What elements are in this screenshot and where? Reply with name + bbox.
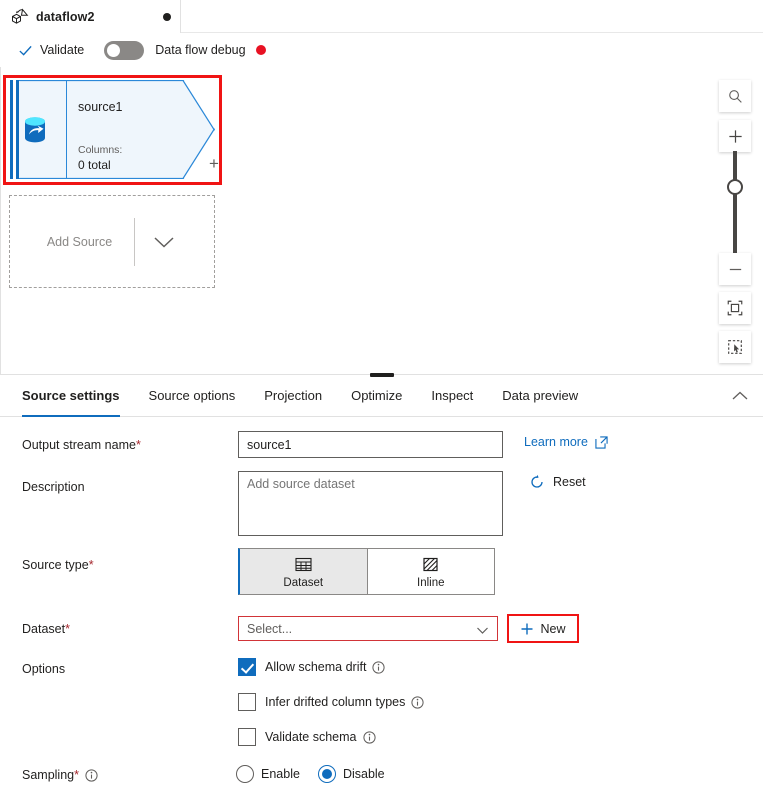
checkmark-icon (18, 43, 33, 58)
plus-icon (728, 129, 742, 143)
radio-enable-label: Enable (261, 767, 300, 781)
tab-projection[interactable]: Projection (264, 376, 322, 417)
checkbox-label: Infer drifted column types (265, 695, 406, 709)
required-marker: * (74, 768, 79, 782)
options-label: Options (22, 662, 66, 676)
required-marker: * (135, 438, 141, 452)
node-columns-value: 0 total (78, 158, 111, 172)
chevron-down-icon (476, 624, 489, 634)
validate-button[interactable]: Validate (18, 43, 84, 58)
tab-label: dataflow2 (36, 9, 95, 24)
add-source-label: Add Source (46, 234, 113, 249)
chevron-down-icon[interactable] (151, 234, 177, 250)
new-dataset-label: New (540, 621, 566, 636)
source-type-option-inline[interactable]: Inline (367, 548, 495, 595)
output-stream-name-input[interactable] (238, 431, 503, 458)
zoom-in-button[interactable] (719, 120, 751, 152)
sampling-radio-group: Enable Disable (236, 765, 403, 783)
node-columns-label: Columns: (78, 144, 123, 156)
node-accent-bar-inner (16, 80, 19, 179)
sampling-label: Sampling * (22, 768, 98, 782)
source-node-source1[interactable]: source1 Columns: 0 total + (3, 75, 222, 185)
checkbox-validate-schema[interactable]: Validate schema (238, 728, 376, 746)
tab-source-options[interactable]: Source options (149, 376, 236, 417)
dataset-select[interactable]: Select... (238, 616, 498, 641)
fit-to-screen-button[interactable] (719, 292, 751, 324)
tab-inspect[interactable]: Inspect (431, 376, 473, 417)
description-label: Description (22, 480, 85, 494)
info-icon[interactable] (85, 768, 98, 782)
source-type-dataset-label: Dataset (283, 576, 324, 589)
tab-source-settings[interactable]: Source settings (22, 376, 120, 417)
dataflow-icon (10, 7, 30, 27)
checkbox-allow-schema-drift[interactable]: Allow schema drift (238, 658, 386, 676)
add-source-button[interactable]: Add Source (9, 195, 215, 288)
source-settings-form: Output stream name* Learn more Descripti… (0, 417, 763, 793)
editor-tabstrip: dataflow2 (0, 0, 763, 33)
database-source-icon (22, 116, 48, 144)
refresh-icon (529, 474, 545, 490)
add-source-divider (134, 217, 136, 266)
dataflow-designer: dataflow2 Validate Data flow debug sourc… (0, 0, 763, 793)
dataset-select-value: Select... (247, 621, 293, 636)
chevron-up-icon[interactable] (731, 389, 749, 401)
node-add-transformation-icon[interactable]: + (209, 155, 219, 172)
checkbox-label: Allow schema drift (265, 660, 367, 674)
dataset-label: Dataset* (22, 622, 70, 636)
radio-sampling-enable[interactable] (236, 765, 254, 783)
output-stream-name-label: Output stream name* (22, 438, 141, 452)
table-grid-icon (294, 555, 313, 574)
reset-label: Reset (553, 475, 586, 489)
learn-more-label: Learn more (524, 435, 588, 449)
radio-sampling-disable[interactable] (317, 765, 336, 783)
radio-disable-label: Disable (342, 767, 385, 781)
external-link-icon (595, 435, 608, 449)
validate-label: Validate (40, 43, 85, 57)
debug-status-indicator (255, 45, 266, 55)
dataflow-canvas[interactable]: source1 Columns: 0 total + Add Source (0, 67, 763, 375)
required-marker: * (88, 558, 94, 572)
learn-more-link[interactable]: Learn more (524, 435, 608, 449)
zoom-slider-handle[interactable] (727, 179, 743, 195)
checkbox-box (238, 693, 256, 711)
data-flow-debug-label: Data flow debug (155, 43, 246, 57)
node-accent-bar-outer (10, 80, 13, 179)
panel-resize-handle[interactable] (370, 373, 394, 377)
settings-tabbar: Source settings Source options Projectio… (0, 376, 763, 417)
toggle-knob (107, 43, 121, 57)
source-type-inline-label: Inline (417, 576, 445, 589)
zoom-slider-track[interactable] (733, 151, 737, 255)
checkbox-box (238, 658, 256, 676)
minus-icon (729, 268, 741, 270)
hatched-square-icon (421, 555, 440, 574)
reset-button[interactable]: Reset (529, 474, 586, 490)
source-type-option-dataset[interactable]: Dataset (238, 548, 368, 595)
info-icon[interactable] (372, 660, 386, 674)
node-title: source1 (78, 100, 123, 114)
checkbox-label: Validate schema (265, 730, 357, 744)
fit-to-screen-icon (727, 300, 743, 316)
marquee-select-icon (728, 340, 742, 354)
info-icon[interactable] (411, 695, 424, 709)
plus-icon (520, 622, 534, 636)
info-icon[interactable] (362, 730, 376, 744)
tab-optimize[interactable]: Optimize (351, 376, 402, 417)
command-bar: Validate Data flow debug (0, 33, 763, 67)
source-type-toggle-group: Dataset Inline (238, 548, 495, 595)
checkbox-infer-drifted-column-types[interactable]: Infer drifted column types (238, 693, 424, 711)
tab-dataflow2[interactable]: dataflow2 (0, 0, 181, 33)
unsaved-dot-icon (163, 13, 171, 21)
marquee-select-button[interactable] (719, 331, 751, 363)
source-type-label: Source type* (22, 558, 94, 572)
description-textarea[interactable] (238, 471, 503, 536)
checkbox-box (238, 728, 256, 746)
new-dataset-button[interactable]: New (507, 614, 579, 643)
search-icon (728, 89, 742, 103)
zoom-out-button[interactable] (719, 253, 751, 285)
canvas-left-rule (0, 67, 1, 374)
canvas-search-button[interactable] (719, 80, 751, 112)
data-flow-debug-toggle[interactable] (104, 40, 145, 60)
tab-data-preview[interactable]: Data preview (502, 376, 578, 417)
required-marker: * (65, 622, 70, 636)
